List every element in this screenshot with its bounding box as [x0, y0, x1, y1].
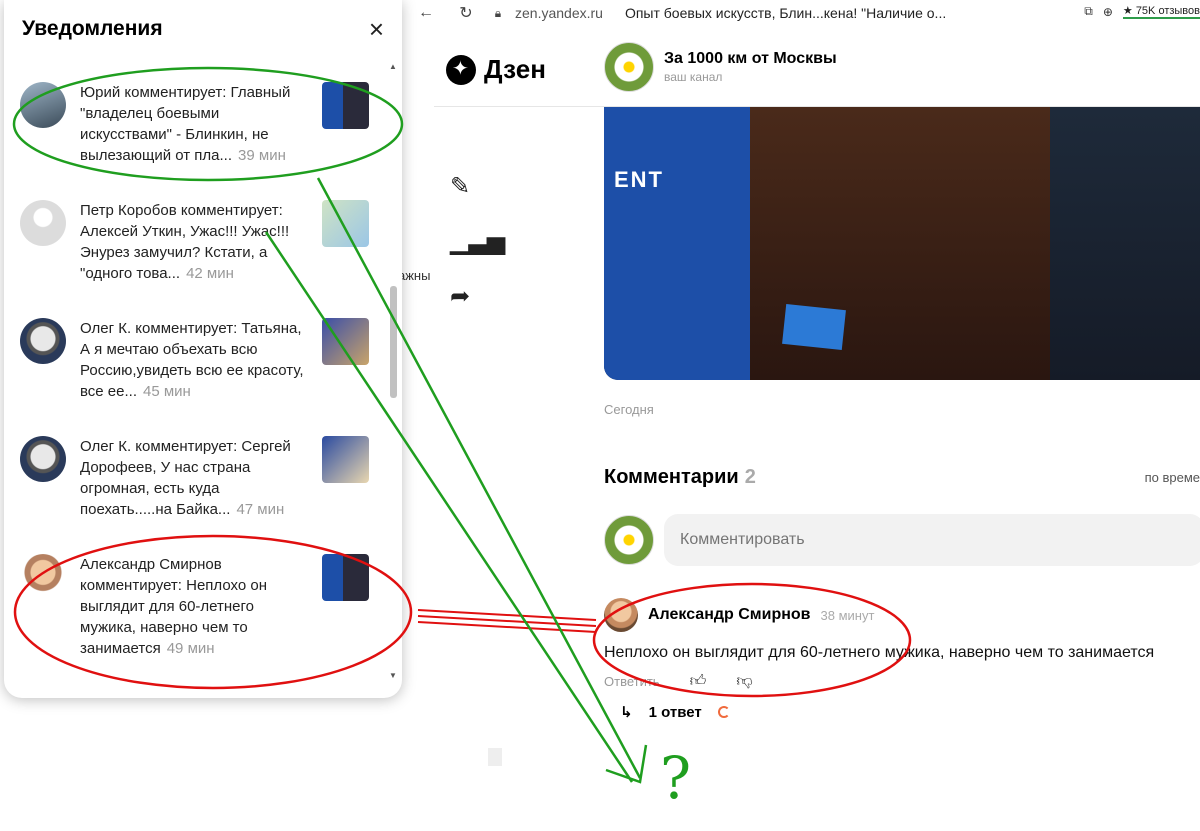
notification-time: 42 мин — [186, 265, 234, 282]
page-left-strip — [405, 26, 435, 831]
comments-count: 2 — [744, 466, 756, 488]
list-item[interactable]: Юрий комментирует: Главный "владелец бое… — [4, 62, 386, 180]
notification-time: 47 мин — [236, 501, 285, 518]
reviews-count: 75K отзывов — [1135, 5, 1200, 17]
brand-name: Дзен — [484, 54, 546, 84]
channel-avatar[interactable] — [604, 42, 654, 92]
pencil-icon[interactable]: ✎ — [450, 172, 505, 201]
avatar[interactable] — [604, 598, 638, 632]
address-bar-url[interactable]: zen.yandex.ru — [515, 5, 603, 21]
page-title: Опыт боевых искусств, Блин...кена! "Нали… — [624, 5, 947, 21]
notification-time: 49 мин — [166, 640, 215, 657]
article-thumbnail[interactable] — [322, 82, 369, 129]
comments-heading: Комментарии 2 — [604, 466, 756, 489]
list-item[interactable]: Александр Смирнов комментирует: Неплохо … — [4, 534, 386, 657]
comment-input[interactable] — [664, 514, 1200, 566]
channel-name[interactable]: За 1000 км от Москвы — [664, 50, 837, 68]
notification-text: Олег К. комментирует: Татьяна, А я мечта… — [80, 320, 304, 400]
comments-title: Комментарии — [604, 466, 739, 488]
notifications-list: Юрий комментирует: Главный "владелец бое… — [4, 62, 386, 657]
dzen-star-icon — [446, 54, 476, 85]
comment-item: Александр Смирнов 38 минут Неплохо он вы… — [604, 598, 1200, 721]
stats-icon[interactable]: ▁▃▅ — [450, 227, 505, 256]
channel-header[interactable]: За 1000 км от Москвы ваш канал — [604, 42, 837, 92]
list-item[interactable]: Петр Коробов комментирует: Алексей Уткин… — [4, 180, 386, 298]
avatar[interactable] — [20, 554, 66, 600]
lock-icon[interactable]: 🔒︎ — [487, 6, 509, 21]
list-item[interactable]: Олег К. комментирует: Татьяна, А я мечта… — [4, 298, 386, 416]
browser-toolbar: ← ↻ 🔒︎ zen.yandex.ru Опыт боевых искусст… — [415, 0, 1200, 26]
photo-blue-panel — [604, 107, 750, 380]
close-icon[interactable]: × — [369, 16, 384, 42]
question-mark-annotation: ? — [660, 744, 692, 812]
list-item[interactable]: Олег К. комментирует: Сергей Дорофеев, У… — [4, 416, 386, 534]
notifications-panel: Уведомления × Юрий комментирует: Главный… — [4, 0, 402, 698]
scrollbar[interactable]: ▲ ▼ — [388, 62, 398, 680]
comment-time: 38 минут — [820, 607, 875, 623]
article-thumbnail[interactable] — [322, 436, 369, 483]
user-avatar — [604, 515, 654, 565]
loading-spinner-icon — [717, 706, 730, 718]
notifications-title: Уведомления — [22, 17, 163, 40]
article-photo[interactable]: ENT — [604, 107, 1200, 380]
notification-text: Петр Коробов комментирует: Алексей Уткин… — [80, 202, 290, 282]
scroll-down-icon[interactable]: ▼ — [388, 671, 398, 680]
small-placeholder — [488, 748, 502, 766]
comment-input-row — [604, 514, 1200, 566]
article-thumbnail[interactable] — [322, 200, 369, 247]
article-date: Сегодня — [604, 402, 654, 417]
photo-paper — [782, 303, 846, 351]
thumbs-down-icon[interactable]: 👎︎ — [736, 672, 752, 691]
replies-count: 1 ответ — [648, 703, 702, 721]
notification-time: 45 мин — [143, 383, 191, 400]
bleed-text: ажны — [398, 268, 431, 283]
red-connector — [417, 609, 597, 633]
notification-time: 39 мин — [238, 147, 286, 164]
reply-button[interactable]: Ответить — [604, 674, 660, 689]
side-toolbar: ✎ ▁▃▅ ➦ — [450, 172, 505, 311]
sort-dropdown[interactable]: по време — [1145, 470, 1200, 485]
avatar[interactable] — [20, 82, 66, 128]
replies-toggle[interactable]: ↳ 1 ответ — [620, 703, 1200, 721]
reply-arrow-icon: ↳ — [620, 704, 633, 721]
zoom-icon[interactable]: ⊕ — [1103, 5, 1113, 19]
reviews-badge[interactable]: ★ 75K отзывов — [1122, 4, 1200, 19]
comment-author[interactable]: Александр Смирнов — [648, 606, 811, 624]
avatar[interactable] — [20, 200, 66, 246]
dzen-logo[interactable]: Дзен — [446, 54, 546, 85]
channel-subtitle: ваш канал — [664, 70, 723, 84]
article-thumbnail[interactable] — [322, 318, 369, 365]
photo-text: ENT — [614, 167, 664, 192]
back-arrow-icon[interactable]: ← — [415, 4, 437, 22]
share-arrow-icon[interactable]: ➦ — [450, 282, 505, 311]
avatar[interactable] — [20, 318, 66, 364]
comment-text: Неплохо он выглядит для 60-летнего мужик… — [604, 644, 1155, 661]
reload-icon[interactable]: ↻ — [455, 3, 477, 23]
avatar[interactable] — [20, 436, 66, 482]
scroll-thumb[interactable] — [390, 286, 397, 398]
thumbs-up-icon[interactable]: 👍︎ — [690, 672, 707, 691]
scroll-up-icon[interactable]: ▲ — [388, 62, 398, 71]
article-thumbnail[interactable] — [322, 554, 369, 601]
share-icon[interactable]: ⧉ — [1084, 4, 1093, 19]
